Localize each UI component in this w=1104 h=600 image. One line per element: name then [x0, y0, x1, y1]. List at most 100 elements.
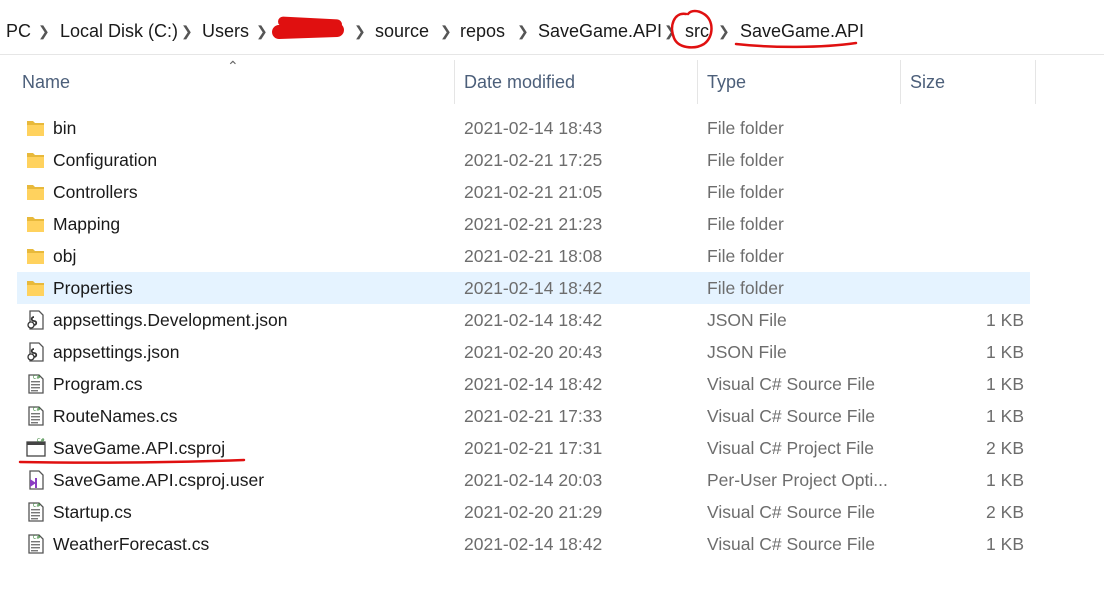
red-circle-annotation	[670, 9, 713, 49]
column-header-date[interactable]: Date modified	[464, 54, 575, 110]
breadcrumb-local-disk[interactable]: Local Disk (C:)	[60, 19, 178, 43]
file-size: 1 KB	[986, 534, 1024, 554]
file-row[interactable]: appsettings.Development.json 2021-02-14 1…	[17, 304, 1030, 336]
breadcrumb-pc[interactable]: PC	[6, 19, 31, 43]
column-divider[interactable]	[454, 60, 455, 104]
file-name: Properties	[53, 278, 133, 298]
file-name: Configuration	[53, 150, 158, 170]
file-size: 1 KB	[986, 406, 1024, 426]
folder-icon	[25, 149, 47, 171]
svg-text:C#: C#	[37, 438, 45, 444]
file-name: Startup.cs	[53, 502, 132, 522]
file-size: 1 KB	[986, 470, 1024, 490]
svg-text:C#: C#	[33, 503, 41, 509]
column-header-size[interactable]: Size	[910, 54, 945, 110]
file-row[interactable]: obj 2021-02-21 18:08 File folder	[17, 240, 1030, 272]
file-date-modified: 2021-02-14 18:42	[464, 374, 603, 394]
file-size: 1 KB	[986, 374, 1024, 394]
file-name: RouteNames.cs	[53, 406, 178, 426]
file-size: 2 KB	[986, 438, 1024, 458]
chevron-right-icon[interactable]: ❯	[354, 19, 366, 43]
file-date-modified: 2021-02-14 18:42	[464, 310, 603, 330]
file-size: 1 KB	[986, 342, 1024, 362]
file-row[interactable]: Properties 2021-02-14 18:42 File folder	[17, 272, 1030, 304]
file-row[interactable]: Mapping 2021-02-21 21:23 File folder	[17, 208, 1030, 240]
file-name: Program.cs	[53, 374, 143, 394]
svg-text:C#: C#	[33, 535, 41, 541]
file-row[interactable]: C# Startup.cs 2021-02-20 21:29 Visual C# So…	[17, 496, 1030, 528]
file-date-modified: 2021-02-20 21:29	[464, 502, 603, 522]
file-type: Per-User Project Opti...	[707, 470, 888, 490]
csharp-file-icon: C#	[25, 501, 47, 523]
file-date-modified: 2021-02-21 17:33	[464, 406, 603, 426]
folder-icon	[25, 181, 47, 203]
csharp-file-icon: C#	[25, 533, 47, 555]
breadcrumb-repos[interactable]: repos	[460, 19, 505, 43]
file-name: Controllers	[53, 182, 138, 202]
column-divider[interactable]	[1035, 60, 1036, 104]
chevron-right-icon[interactable]: ❯	[517, 19, 529, 43]
file-row[interactable]: Configuration 2021-02-21 17:25 File folder	[17, 144, 1030, 176]
vs-user-file-icon	[25, 469, 47, 491]
svg-text:C#: C#	[33, 375, 41, 381]
file-date-modified: 2021-02-14 20:03	[464, 470, 603, 490]
file-row[interactable]: C# WeatherForecast.cs 2021-02-14 18:42 Visu…	[17, 528, 1030, 560]
red-underline-annotation	[18, 458, 246, 464]
file-name: Mapping	[53, 214, 121, 234]
column-header-type[interactable]: Type	[707, 54, 746, 110]
column-headers: Name Date modified Type Size	[0, 54, 1104, 110]
breadcrumb-source[interactable]: source	[375, 19, 429, 43]
file-row[interactable]: bin 2021-02-14 18:43 File folder	[17, 112, 1030, 144]
file-name: appsettings.json	[53, 342, 180, 362]
file-name: bin	[53, 118, 77, 138]
file-type: Visual C# Source File	[707, 406, 875, 426]
file-row[interactable]: appsettings.json 2021-02-20 20:43 JSON Fil…	[17, 336, 1030, 368]
json-file-icon	[25, 341, 47, 363]
file-type: File folder	[707, 278, 784, 298]
json-file-icon	[25, 309, 47, 331]
sort-ascending-icon: ⌃	[227, 58, 239, 74]
file-type: Visual C# Source File	[707, 502, 875, 522]
column-divider[interactable]	[900, 60, 901, 104]
column-header-name[interactable]: Name	[22, 54, 70, 110]
breadcrumb-savegame-api[interactable]: SaveGame.API	[538, 19, 662, 43]
chevron-right-icon[interactable]: ❯	[256, 19, 268, 43]
file-type: JSON File	[707, 342, 787, 362]
chevron-right-icon[interactable]: ❯	[38, 19, 50, 43]
file-row[interactable]: C# RouteNames.cs 2021-02-21 17:33 Visual C#…	[17, 400, 1030, 432]
file-date-modified: 2021-02-20 20:43	[464, 342, 603, 362]
chevron-right-icon[interactable]: ❯	[440, 19, 452, 43]
file-name: obj	[53, 246, 77, 266]
file-date-modified: 2021-02-21 21:23	[464, 214, 603, 234]
file-date-modified: 2021-02-21 21:05	[464, 182, 603, 202]
file-name: WeatherForecast.cs	[53, 534, 210, 554]
file-type: Visual C# Project File	[707, 438, 874, 458]
red-underline-annotation	[734, 41, 858, 49]
file-date-modified: 2021-02-21 18:08	[464, 246, 603, 266]
file-date-modified: 2021-02-14 18:42	[464, 278, 603, 298]
file-type: Visual C# Source File	[707, 534, 875, 554]
column-divider[interactable]	[697, 60, 698, 104]
file-size: 1 KB	[986, 310, 1024, 330]
csharp-file-icon: C#	[25, 373, 47, 395]
file-type: File folder	[707, 182, 784, 202]
file-type: Visual C# Source File	[707, 374, 875, 394]
file-size: 2 KB	[986, 502, 1024, 522]
csharp-file-icon: C#	[25, 405, 47, 427]
file-date-modified: 2021-02-14 18:43	[464, 118, 603, 138]
svg-text:C#: C#	[33, 407, 41, 413]
file-type: File folder	[707, 214, 784, 234]
file-row[interactable]: Controllers 2021-02-21 21:05 File folder	[17, 176, 1030, 208]
file-type: File folder	[707, 118, 784, 138]
folder-icon	[25, 117, 47, 139]
file-date-modified: 2021-02-14 18:42	[464, 534, 603, 554]
breadcrumb: PC ❯ Local Disk (C:) ❯ Users ❯ ❯ source …	[0, 0, 1104, 55]
folder-icon	[25, 277, 47, 299]
file-name: appsettings.Development.json	[53, 310, 288, 330]
file-row[interactable]: C# Program.cs 2021-02-14 18:42 Visual C# So…	[17, 368, 1030, 400]
breadcrumb-users[interactable]: Users	[202, 19, 249, 43]
file-date-modified: 2021-02-21 17:25	[464, 150, 603, 170]
folder-icon	[25, 213, 47, 235]
chevron-right-icon[interactable]: ❯	[181, 19, 193, 43]
file-type: File folder	[707, 150, 784, 170]
